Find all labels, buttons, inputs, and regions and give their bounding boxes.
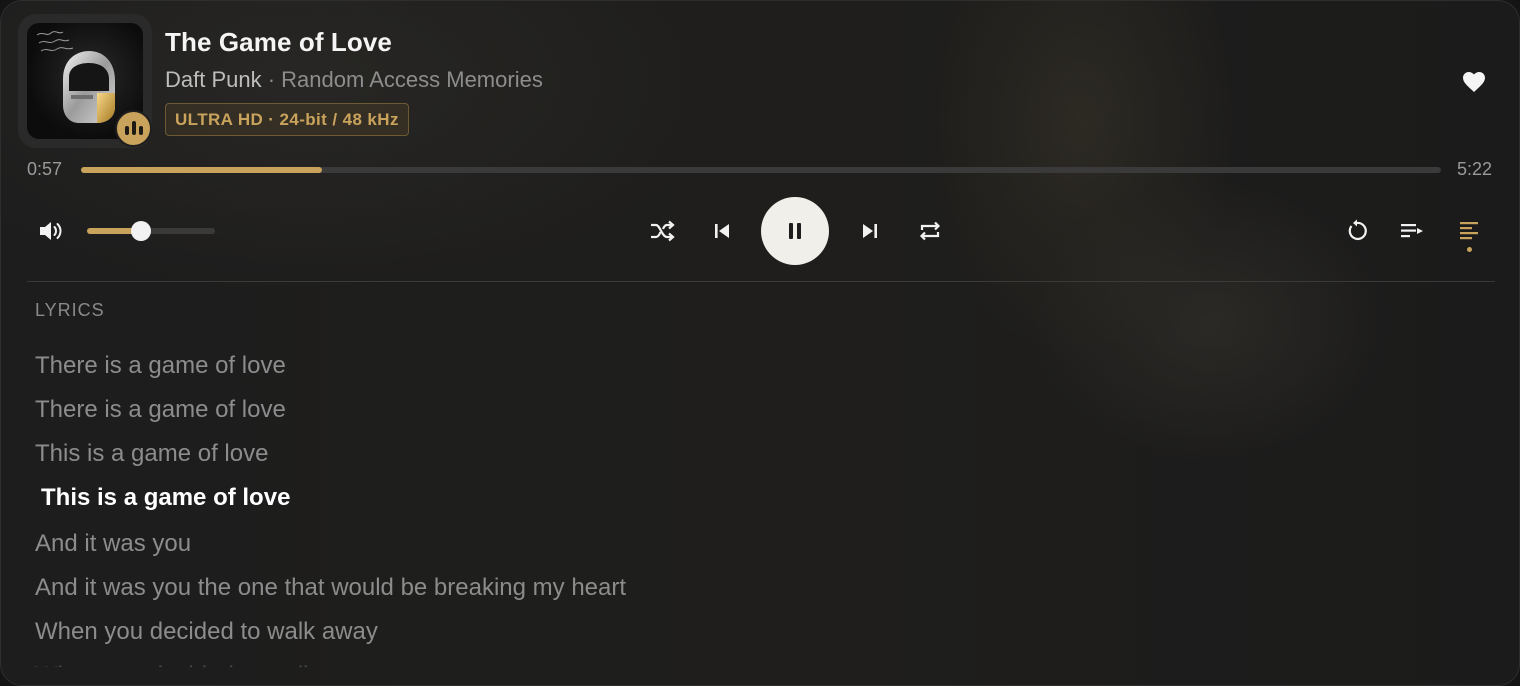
shuffle-button[interactable]: [647, 216, 677, 246]
queue-icon: [1401, 224, 1423, 238]
current-time: 0:57: [27, 159, 63, 179]
music-player: The Game of Love Daft Punk · Random Acce…: [0, 0, 1520, 686]
helmet-graphic: [63, 51, 115, 123]
lyric-line[interactable]: When you decided to walk away: [35, 615, 935, 659]
lyric-line[interactable]: This is a game of love: [35, 437, 935, 481]
skip-next-icon: [863, 224, 877, 238]
shuffle-icon: [651, 220, 675, 242]
quality-badge: ULTRA HD · 24-bit / 48 kHz: [165, 103, 409, 136]
repeat-icon: [919, 221, 941, 241]
lyric-line[interactable]: There is a game of love: [35, 349, 935, 393]
track-subtitle: Daft Punk · Random Access Memories: [165, 67, 543, 93]
skip-previous-icon: [715, 224, 729, 238]
lyrics-list[interactable]: There is a game of love There is a game o…: [35, 349, 935, 667]
seek-bar-fill: [81, 167, 322, 173]
album-link[interactable]: Random Access Memories: [281, 67, 543, 92]
repeat-button[interactable]: [915, 216, 945, 246]
divider: [27, 281, 1495, 282]
volume-slider-handle[interactable]: [130, 221, 151, 241]
equalizer-icon: [115, 110, 152, 147]
lyrics-icon: [1460, 222, 1478, 240]
seek-bar[interactable]: [81, 167, 1441, 173]
volume-icon: [40, 222, 62, 240]
lyric-line[interactable]: There is a game of love: [35, 393, 935, 437]
replay-icon: [1348, 219, 1367, 241]
mute-button[interactable]: [37, 217, 65, 245]
lyrics-heading: LYRICS: [35, 300, 105, 320]
lyric-line[interactable]: When you decided to walk away: [35, 659, 935, 667]
lyrics-active-indicator: [1467, 247, 1472, 252]
heart-icon: [1463, 72, 1485, 92]
pause-button[interactable]: [761, 197, 829, 265]
lyric-line[interactable]: And it was you the one that would be bre…: [35, 571, 935, 615]
favorite-button[interactable]: [1460, 68, 1488, 96]
subtitle-separator: ·: [261, 67, 282, 92]
previous-button[interactable]: [707, 216, 737, 246]
queue-button[interactable]: [1397, 216, 1427, 246]
lyric-line-active[interactable]: This is a game of love: [35, 481, 935, 527]
volume-slider[interactable]: [87, 221, 215, 241]
next-button[interactable]: [855, 216, 885, 246]
total-time: 5:22: [1457, 159, 1493, 179]
pause-icon: [789, 223, 801, 239]
replay-button[interactable]: [1342, 216, 1372, 246]
lyric-line[interactable]: And it was you: [35, 527, 935, 571]
track-title[interactable]: The Game of Love: [165, 27, 392, 58]
lyrics-button[interactable]: [1454, 216, 1484, 246]
artist-link[interactable]: Daft Punk: [165, 67, 262, 92]
